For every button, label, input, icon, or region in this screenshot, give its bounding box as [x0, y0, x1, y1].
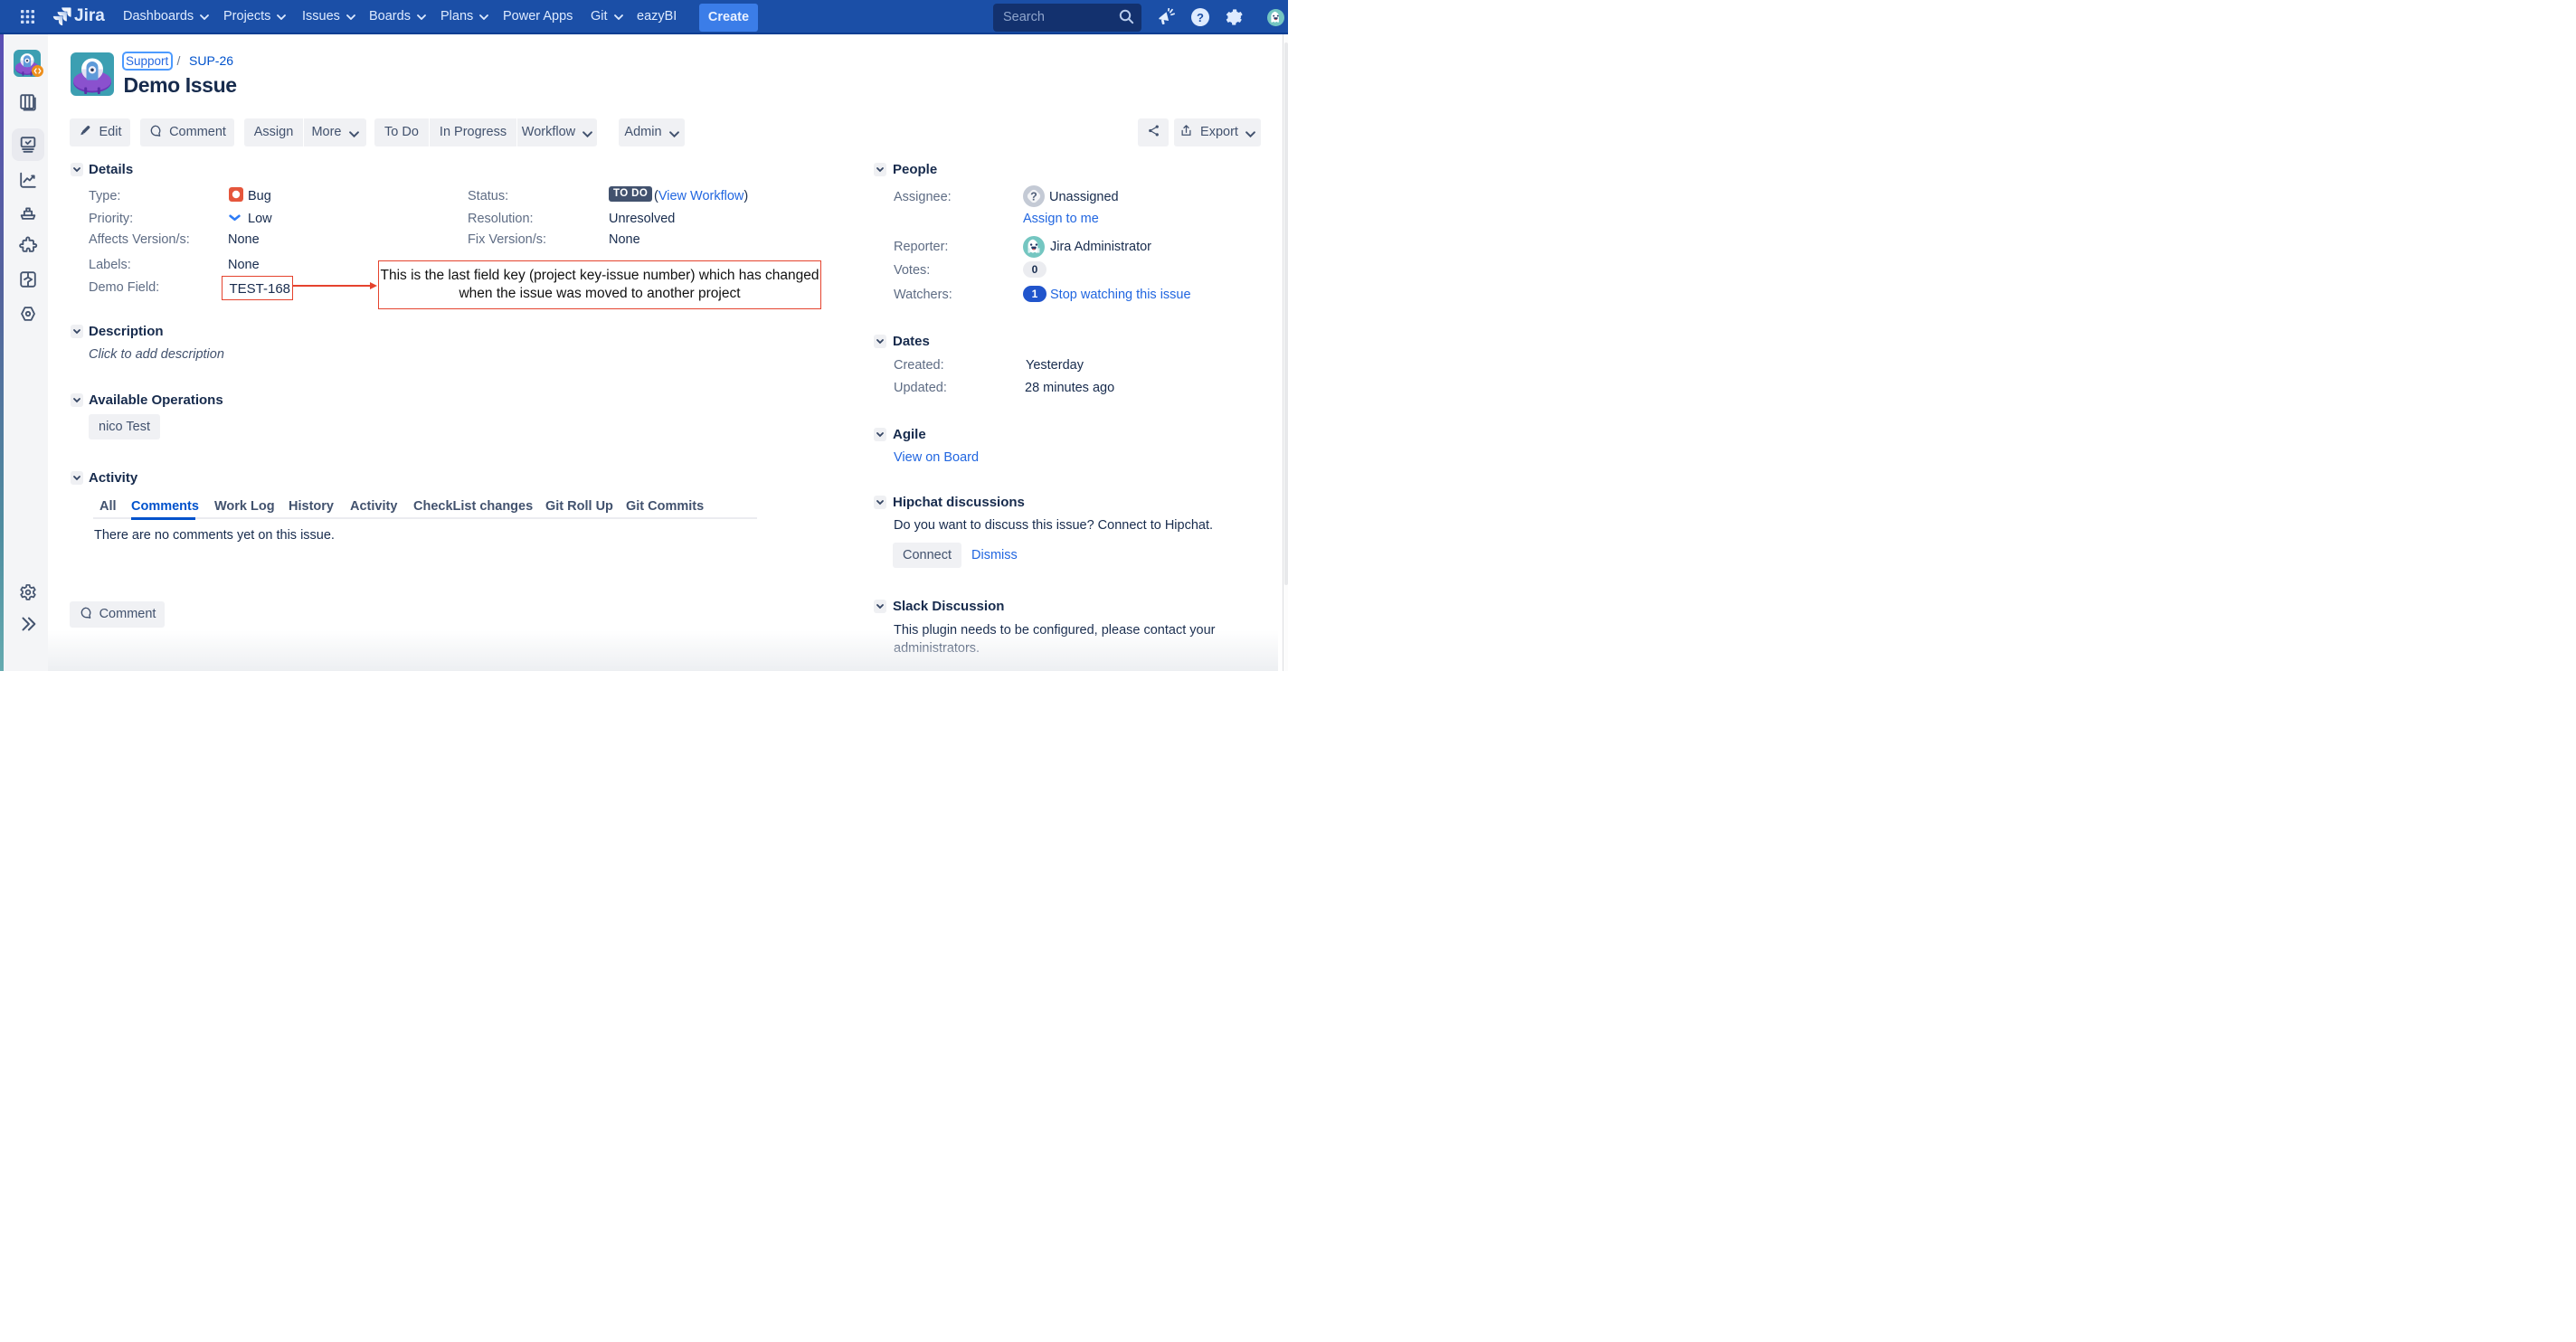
svg-text:?: ?: [1030, 191, 1037, 203]
svg-text:?: ?: [1197, 11, 1204, 24]
